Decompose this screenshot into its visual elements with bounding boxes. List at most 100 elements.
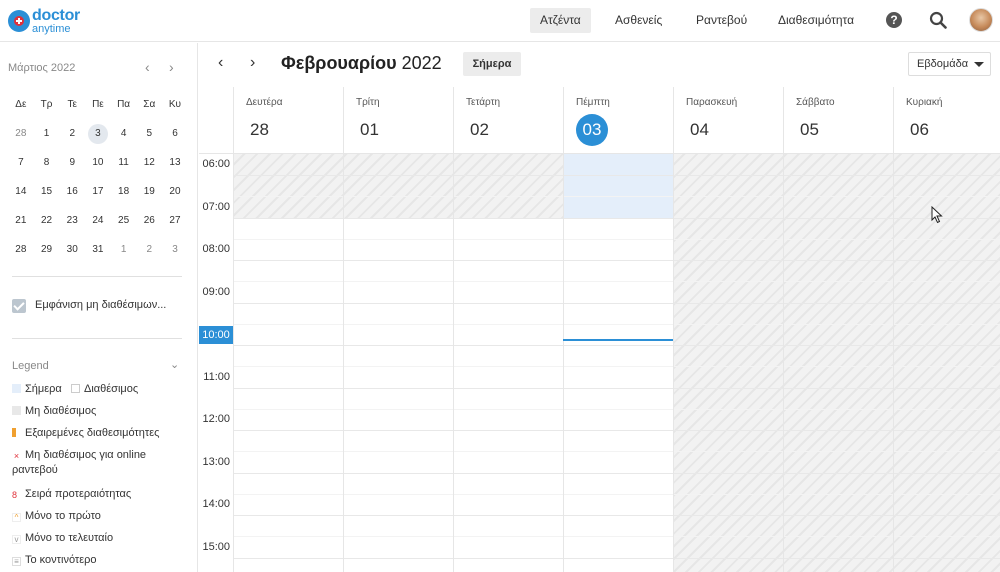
mini-day[interactable]: 1 [111,244,137,255]
mini-day[interactable]: 2 [136,244,162,255]
legend-item-last-only: v Μόνο το τελευταίο [12,531,113,546]
nav-agenda[interactable]: Ατζέντα [530,8,591,33]
view-select[interactable]: Εβδομάδα [908,52,991,76]
mini-day[interactable]: 20 [162,186,188,197]
grid-line [233,303,1000,304]
mini-day[interactable]: 27 [162,215,188,226]
day-header[interactable]: Τετάρτη 02 [453,87,563,154]
today-early-block [563,154,673,218]
legend-label: Εξαιρεμένες διαθεσιμότητες [25,427,160,439]
grid-line [233,239,1000,240]
mini-day[interactable]: 21 [8,215,34,226]
legend-swatch-today [12,384,21,393]
mini-day[interactable]: 5 [136,128,162,139]
top-bar: doctor anytime Ατζέντα Ασθενείς Ραντεβού… [0,0,1000,42]
mini-day[interactable]: 2 [59,128,85,139]
mini-calendar-grid: Δε Τρ Τε Πε Πα Σα Κυ 28 1 2 3 4 5 6 7 8 … [8,90,188,264]
mini-day[interactable]: 31 [85,244,111,255]
week-grid[interactable]: 06:00 07:00 08:00 09:00 10:00 11:00 12:0… [199,154,1000,572]
mini-day[interactable]: 25 [111,215,137,226]
mini-day[interactable]: 23 [59,215,85,226]
mini-day[interactable]: 24 [85,215,111,226]
mini-day[interactable]: 14 [8,186,34,197]
mini-day[interactable]: 1 [34,128,60,139]
nav-availability[interactable]: Διαθεσιμότητα [768,8,864,33]
grid-line [233,345,1000,346]
time-label: 15:00 [202,541,230,553]
mini-calendar-week: 28 29 30 31 1 2 3 [8,235,188,264]
calendar-day-headers: Δευτέρα 28 Τρίτη 01 Τετάρτη 02 Πέμπτη 03 Παρ… [199,87,1000,154]
doctor-anytime-logo[interactable]: doctor anytime [8,6,88,36]
today-button[interactable]: Σήμερα [463,52,521,76]
legend-label: Σειρά προτεραιότητας [25,488,132,500]
prev-week-button[interactable]: ‹ [218,54,223,72]
mini-calendar-week: 28 1 2 3 4 5 6 [8,119,188,148]
sidebar-divider [12,276,182,277]
arrow-down-icon: v [12,535,21,544]
grid-line [233,366,1000,367]
user-avatar[interactable] [969,8,993,32]
legend-swatch-unavailable [12,406,21,415]
mini-day[interactable]: 11 [111,157,137,168]
weekday-label: Σα [143,99,156,110]
mini-day[interactable]: 17 [85,186,111,197]
day-number-today: 03 [576,114,608,146]
mini-day[interactable]: 19 [136,186,162,197]
day-header[interactable]: Δευτέρα 28 [233,87,343,154]
unavailable-block [673,154,1000,572]
day-header[interactable]: Τρίτη 01 [343,87,453,154]
sidebar: Μάρτιος 2022 ‹ › Δε Τρ Τε Πε Πα Σα Κυ 28… [0,43,198,572]
mini-day[interactable]: 9 [59,157,85,168]
day-header[interactable]: Παρασκευή 04 [673,87,783,154]
mini-day[interactable]: 22 [34,215,60,226]
calendar-title: Φεβρουαρίου 2022 [281,53,442,74]
logo-mark-icon [8,10,30,32]
legend-label: Διαθέσιμος [84,383,139,395]
priority-icon: 8 [12,490,18,500]
mini-day[interactable]: 28 [8,128,34,139]
mini-calendar-week: 21 22 23 24 25 26 27 [8,206,188,235]
mouse-cursor-icon [931,206,943,224]
mini-day[interactable]: 13 [162,157,188,168]
mini-day[interactable]: 16 [59,186,85,197]
day-header[interactable]: Κυριακή 06 [893,87,1000,154]
help-icon[interactable]: ? [886,12,902,28]
mini-calendar-next-button[interactable]: › [169,59,174,75]
legend-item-not-online: × Μη διαθέσιμος για online ραντεβού [12,448,190,478]
day-header[interactable]: Σάββατο 05 [783,87,893,154]
mini-day[interactable]: 3 [162,244,188,255]
show-unavailable-label: Εμφάνιση μη διαθέσιμων... [35,299,167,311]
next-week-button[interactable]: › [250,54,255,72]
mini-day[interactable]: 29 [34,244,60,255]
mini-calendar-week: 14 15 16 17 18 19 20 [8,177,188,206]
mini-day[interactable]: 30 [59,244,85,255]
weekday-label: Πα [117,99,131,110]
mini-day[interactable]: 18 [111,186,137,197]
time-label-current: 10:00 [199,326,233,344]
mini-day[interactable]: 4 [111,128,137,139]
mini-day[interactable]: 8 [34,157,60,168]
mini-day-today[interactable]: 3 [85,123,111,144]
grid-line [233,451,1000,452]
grid-line [233,218,1000,219]
mini-day[interactable]: 7 [8,157,34,168]
day-column [453,154,454,572]
chevron-down-icon[interactable]: ⌄ [170,358,179,371]
day-name: Τρίτη [356,97,380,108]
nav-patients[interactable]: Ασθενείς [605,8,672,33]
legend-label: Το κοντινότερο [25,554,97,566]
mini-day[interactable]: 6 [162,128,188,139]
search-icon[interactable] [929,11,947,29]
mini-day[interactable]: 15 [34,186,60,197]
legend-swatch-available [71,384,80,393]
day-header-today[interactable]: Πέμπτη 03 [563,87,673,154]
mini-day[interactable]: 10 [85,157,111,168]
show-unavailable-checkbox[interactable] [12,299,26,313]
time-label: 12:00 [202,413,230,425]
view-select-label: Εβδομάδα [917,58,969,70]
mini-day[interactable]: 28 [8,244,34,255]
mini-calendar-prev-button[interactable]: ‹ [145,59,150,75]
nav-appointments[interactable]: Ραντεβού [686,8,757,33]
mini-day[interactable]: 12 [136,157,162,168]
mini-day[interactable]: 26 [136,215,162,226]
